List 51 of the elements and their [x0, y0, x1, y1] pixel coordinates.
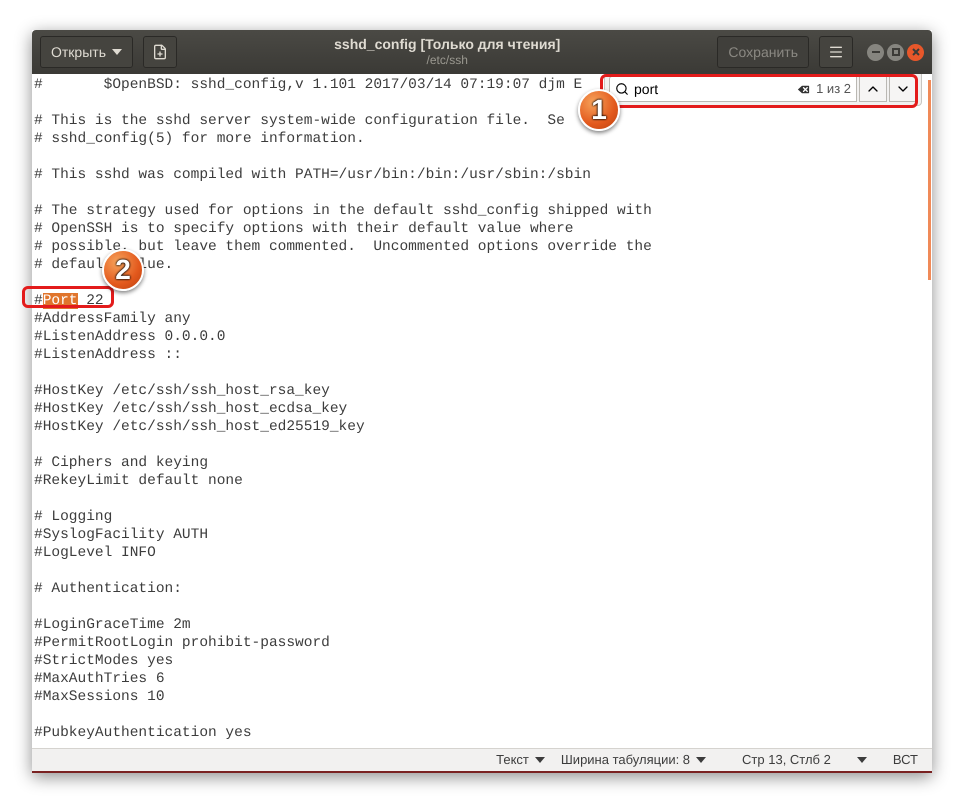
new-tab-button[interactable]	[142, 36, 177, 68]
code-line: #HostKey /etc/ssh/ssh_host_ed25519_key	[34, 418, 365, 436]
caret-icon	[856, 757, 867, 763]
match-count: 1 из 2	[816, 80, 851, 98]
code-line: # The strategy used for options in the default sshd_config shipped with	[34, 202, 652, 220]
code-line: # This is the sshd server system-wide configuration file. Se	[34, 112, 565, 130]
code-line: #ListenAddress 0.0.0.0	[34, 328, 226, 346]
code-line: # sshd_config(5) for more information.	[34, 130, 365, 148]
code-line: #PubkeyAuthentication yes	[34, 724, 252, 742]
code-line: #MaxAuthTries 6	[34, 670, 165, 688]
code-line: # Logging	[34, 508, 112, 526]
scrollbar-thumb[interactable]	[928, 80, 931, 280]
code-line: #HostKey /etc/ssh/ssh_host_ecdsa_key	[34, 400, 348, 418]
minimize-button[interactable]	[867, 44, 884, 60]
code-line: #RekeyLimit default none	[34, 472, 243, 490]
code-line: # Ciphers and keying	[34, 454, 208, 472]
search-icon	[615, 82, 629, 96]
code-line: # possible, but leave them commented. Uncommented options override the	[34, 238, 652, 256]
window-subtitle: /etc/ssh	[426, 53, 468, 68]
code-line: #LoginGraceTime 2m	[34, 616, 191, 634]
caret-icon	[696, 757, 706, 763]
tab-width-dropdown[interactable]: Ширина табуляции: 8	[560, 750, 706, 770]
cursor-position-dropdown[interactable]: Стр 13, Стлб 2	[742, 750, 867, 770]
open-button[interactable]: Открыть	[40, 36, 133, 68]
insert-mode: ВСТ	[892, 751, 918, 770]
new-document-icon	[152, 44, 168, 60]
code-line: # This sshd was compiled with PATH=/usr/bin:/bin:/usr/sbin:/sbin	[34, 166, 591, 184]
code-line: # Authentication:	[34, 580, 182, 598]
search-value: port	[634, 80, 660, 99]
code-line: #PermitRootLogin prohibit-password	[34, 634, 330, 652]
search-field[interactable]: port 1 из 2	[609, 76, 857, 102]
previous-match-button[interactable]	[859, 76, 887, 102]
caret-icon	[534, 757, 545, 763]
code-line: #SyslogFacility AUTH	[34, 526, 208, 544]
close-button[interactable]	[907, 44, 924, 60]
code-line: #ListenAddress ::	[34, 346, 182, 364]
menu-icon	[828, 44, 844, 60]
code-line: #Port 22	[34, 292, 104, 310]
code-line: #MaxSessions 10	[34, 688, 165, 706]
caret-icon	[112, 49, 122, 55]
code-line: #HostKey /etc/ssh/ssh_host_rsa_key	[34, 382, 330, 400]
window-title: sshd_config [Только для чтения]	[334, 36, 560, 54]
code-line: #StrictModes yes	[34, 652, 174, 670]
code-line: #AddressFamily any	[34, 310, 191, 328]
close-icon	[912, 48, 920, 56]
code-line: # OpenSSH is to specify options with their default value where	[34, 220, 574, 238]
menu-button[interactable]	[819, 36, 853, 68]
syntax-dropdown[interactable]: Текст	[496, 750, 545, 770]
code-line: #LogLevel INFO	[34, 544, 156, 562]
code-line: # defaul	[34, 256, 104, 274]
maximize-button[interactable]	[887, 44, 904, 60]
